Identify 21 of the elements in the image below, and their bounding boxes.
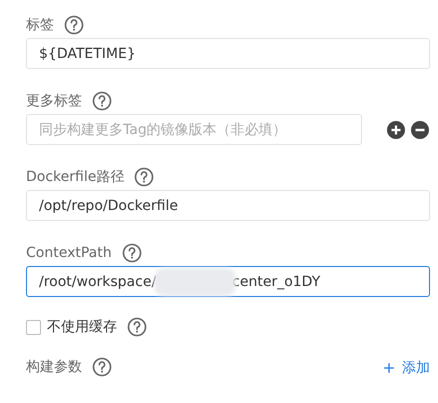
help-icon[interactable] [92, 91, 112, 111]
field-label: Dockerfile路径 [26, 168, 124, 186]
field-label: 更多标签 [26, 92, 82, 110]
checkbox-label[interactable]: 不使用缓存 [47, 318, 117, 336]
help-icon[interactable] [92, 357, 112, 377]
remove-icon[interactable] [410, 120, 430, 140]
input-field[interactable]: /opt/repo/Dockerfile [26, 190, 430, 221]
add-icon[interactable] [386, 120, 406, 140]
help-icon[interactable] [64, 15, 84, 35]
help-icon[interactable] [134, 167, 154, 187]
input-field[interactable]: 同步构建更多Tag的镜像版本（非必填） [26, 114, 362, 145]
field-label: 标签 [26, 16, 54, 34]
input-field[interactable]: ${DATETIME} [26, 38, 430, 69]
input-field[interactable]: /root/workspace/ center_o1DY [26, 266, 430, 297]
field-label: 构建参数 [26, 358, 82, 376]
plus-icon[interactable] [382, 361, 396, 375]
help-icon[interactable] [127, 317, 147, 337]
help-icon[interactable] [122, 243, 142, 263]
checkbox[interactable] [26, 320, 41, 334]
field-label: ContextPath [26, 245, 112, 261]
add-link[interactable]: 添加 [382, 359, 430, 377]
